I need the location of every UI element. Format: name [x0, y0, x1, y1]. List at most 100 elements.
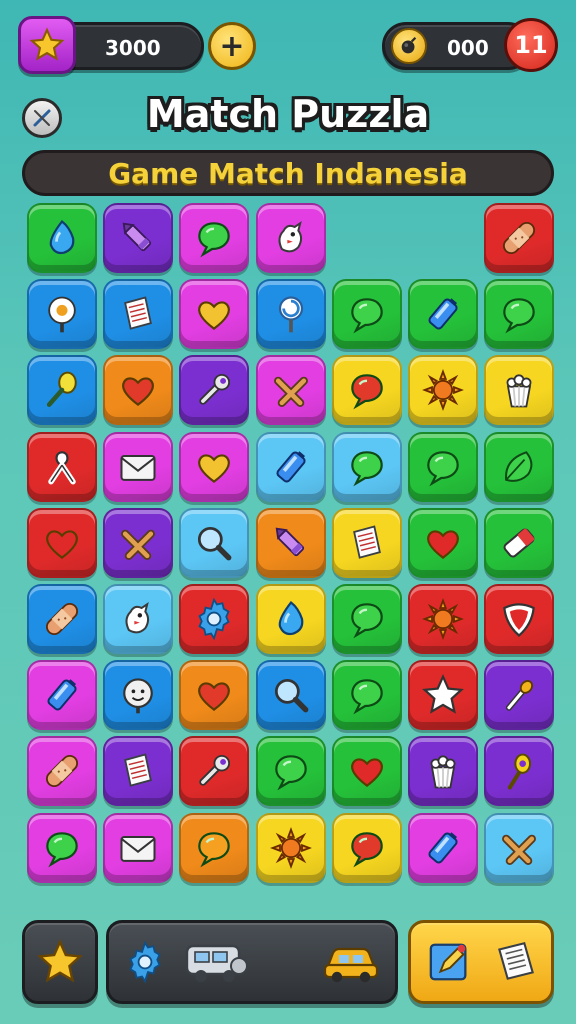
board-tile[interactable] [27, 507, 97, 578]
board-tile[interactable] [179, 736, 250, 807]
board-tile[interactable] [27, 584, 97, 654]
board-tile[interactable] [408, 431, 478, 502]
board-tile[interactable] [408, 507, 478, 578]
board-tile[interactable] [331, 355, 402, 426]
popcorn-icon [430, 755, 456, 789]
leaf-icon [505, 450, 533, 482]
speech-bubble-icon [351, 603, 383, 639]
board-tile[interactable] [331, 431, 402, 502]
board-tile[interactable] [484, 431, 555, 502]
board-tile[interactable] [27, 812, 97, 883]
popcorn-icon [506, 374, 532, 408]
counter-value: 000 [447, 36, 489, 60]
board-tile[interactable] [331, 812, 402, 883]
game-title: Match Puzzla [146, 92, 430, 136]
board-tile[interactable] [484, 507, 555, 578]
board-tile[interactable] [255, 279, 326, 350]
egg-icon [48, 296, 76, 333]
board-tile[interactable] [484, 203, 555, 273]
board-tile[interactable] [27, 279, 97, 350]
board-tile[interactable] [255, 812, 326, 883]
tools-button[interactable] [408, 920, 554, 1004]
board-tile[interactable] [255, 736, 326, 807]
favorites-button[interactable] [22, 920, 98, 1004]
board-tile[interactable] [331, 660, 402, 731]
battery-icon [428, 831, 458, 864]
board-tile[interactable] [103, 279, 174, 350]
board-tile[interactable] [103, 431, 174, 502]
gear-icon[interactable] [123, 940, 167, 984]
speech-bubble-icon [427, 450, 459, 486]
camper-van-icon[interactable] [183, 938, 251, 986]
heart-icon [46, 530, 78, 559]
board-tile[interactable] [331, 736, 402, 807]
board-tile[interactable] [255, 431, 326, 502]
board-tile[interactable] [179, 279, 250, 350]
board-tile[interactable] [484, 736, 555, 807]
star-badge[interactable] [18, 16, 76, 74]
board-tile[interactable] [484, 355, 555, 426]
board-tile[interactable] [484, 584, 555, 654]
board-tile[interactable] [331, 279, 402, 350]
board-tile[interactable] [103, 812, 174, 883]
board-tile[interactable] [408, 736, 478, 807]
board-tile[interactable] [27, 203, 97, 273]
board-tile[interactable] [484, 660, 555, 731]
bandage-icon [45, 602, 79, 636]
magnifier-icon [198, 526, 232, 561]
add-coins-button[interactable]: + [208, 22, 256, 70]
drop-icon [278, 600, 303, 636]
board-tile[interactable] [179, 431, 250, 502]
battery-icon [428, 298, 458, 330]
speech-bubble-icon [503, 298, 535, 334]
crayon-icon [122, 222, 152, 252]
board-tile[interactable] [179, 203, 250, 273]
board-tile[interactable] [27, 355, 97, 426]
taxi-icon[interactable] [321, 941, 381, 985]
board-tile[interactable] [255, 355, 326, 426]
board-tile[interactable] [179, 660, 250, 731]
board-tile[interactable] [408, 812, 478, 883]
board-tile[interactable] [103, 355, 174, 426]
board-tile[interactable] [103, 584, 174, 654]
note-icon [352, 525, 381, 559]
board-tile[interactable] [27, 660, 97, 731]
board-tile[interactable] [331, 584, 402, 654]
board-tile[interactable] [255, 584, 326, 654]
board-tile[interactable] [408, 584, 478, 654]
sun-icon [422, 598, 464, 640]
pencil-icon [429, 943, 467, 981]
board-tile[interactable] [484, 812, 555, 883]
board-tile[interactable] [103, 507, 174, 578]
heart-icon [122, 377, 155, 407]
board-tile[interactable] [27, 736, 97, 807]
board-tile[interactable] [408, 279, 478, 350]
cross-icon [121, 529, 156, 560]
board-tile[interactable] [103, 660, 174, 731]
racket-icon [46, 371, 77, 408]
board-tile[interactable] [255, 203, 326, 273]
subtitle-banner: Game Match Indanesia [22, 150, 554, 196]
chicken-icon [125, 602, 150, 634]
note-icon [498, 941, 534, 980]
board-tile[interactable] [408, 660, 478, 731]
game-subtitle: Game Match Indanesia [108, 156, 468, 190]
board-tile[interactable] [179, 507, 250, 578]
board-tile[interactable] [331, 507, 402, 578]
board-tile[interactable] [27, 431, 97, 502]
wrench-icon [199, 755, 231, 787]
board-tile[interactable] [408, 355, 478, 426]
board-tile[interactable] [103, 203, 174, 273]
board-tile[interactable] [103, 736, 174, 807]
moves-value: 11 [514, 31, 548, 59]
board-tile[interactable] [179, 355, 250, 426]
board-tile[interactable] [179, 812, 250, 883]
board-tile[interactable] [255, 507, 326, 578]
heart-icon [198, 301, 231, 331]
speech-bubble-icon [46, 831, 78, 867]
star-icon [29, 27, 65, 61]
board-tile[interactable] [484, 279, 555, 350]
board-tile[interactable] [255, 660, 326, 731]
magnifier-icon [274, 679, 309, 713]
board-tile[interactable] [179, 584, 250, 654]
